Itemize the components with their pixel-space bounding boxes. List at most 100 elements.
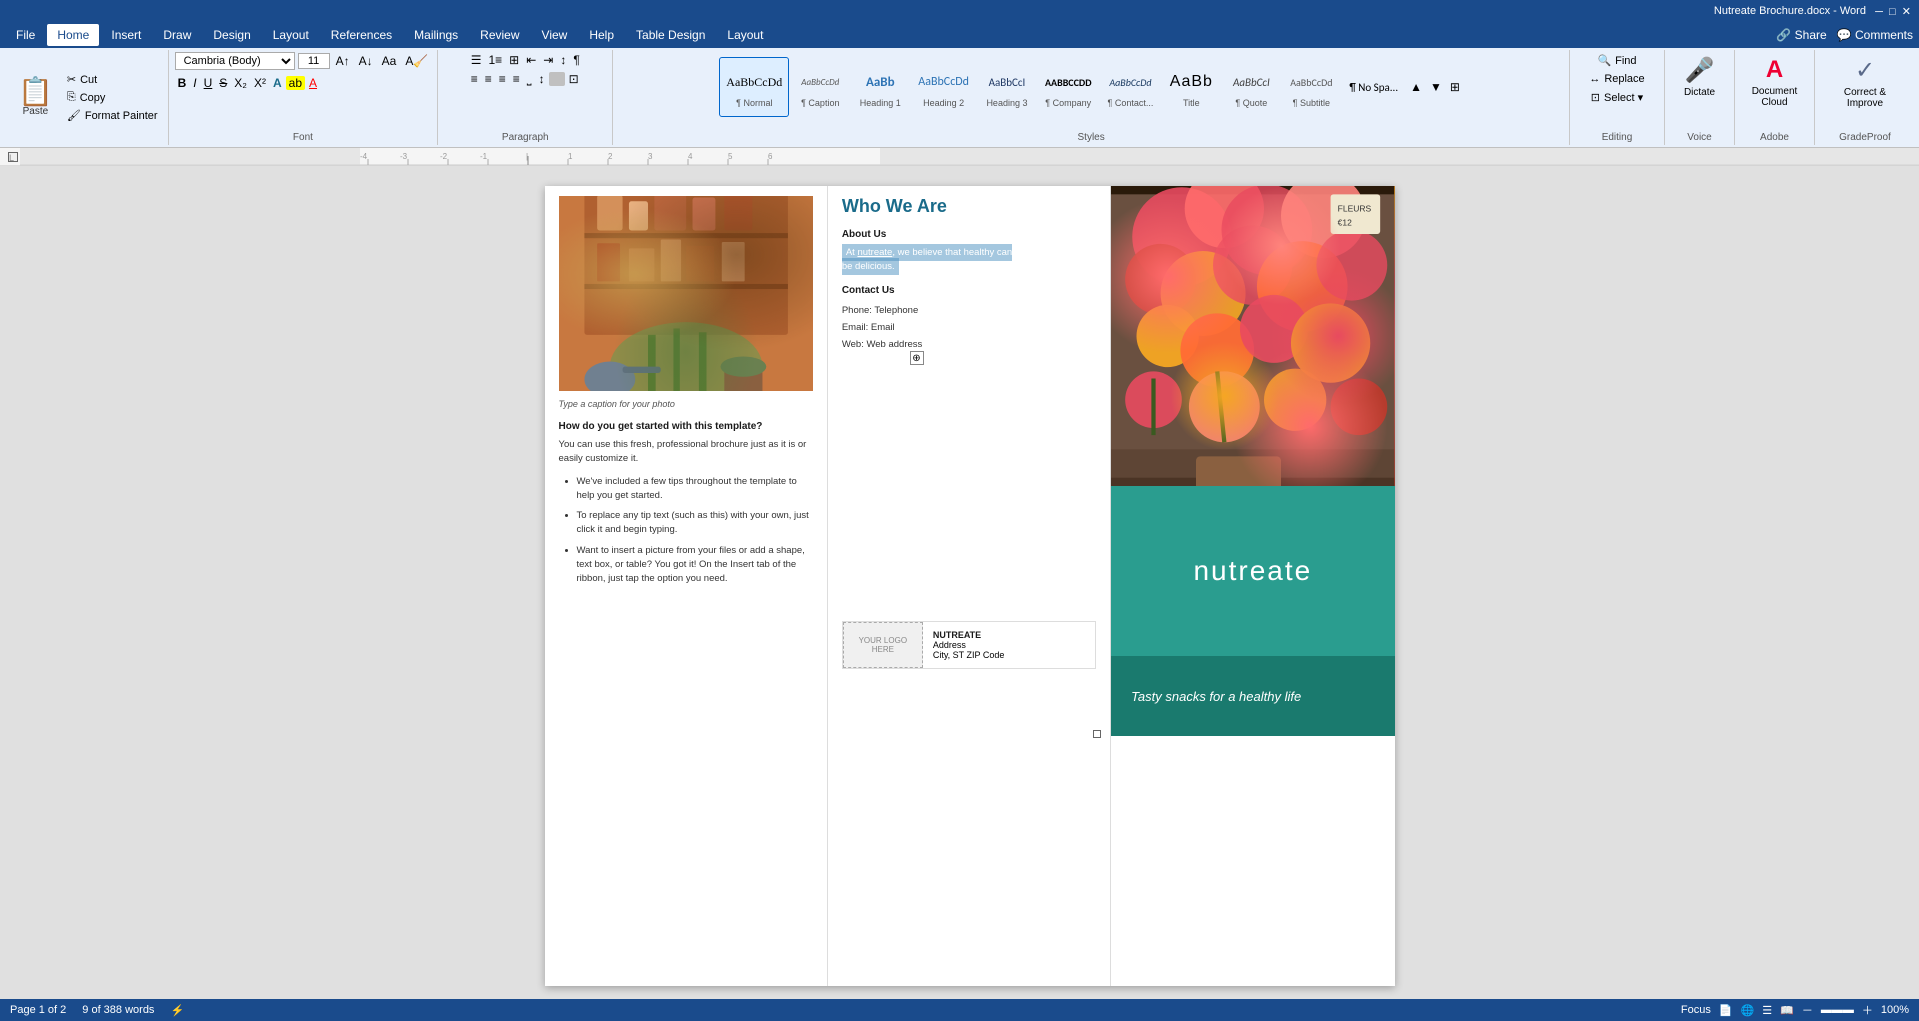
view-outline-btn[interactable]: ☰ — [1762, 1004, 1772, 1017]
clear-format-button[interactable]: A🧹 — [402, 53, 431, 69]
document-cloud-label: Document — [1752, 86, 1798, 97]
show-hide-button[interactable]: ¶ — [570, 52, 582, 68]
style-caption[interactable]: AaBbCcDd ¶ Caption — [791, 57, 849, 117]
zoom-in-btn[interactable]: ＋ — [1862, 1002, 1873, 1018]
zoom-out-btn[interactable]: － — [1802, 1002, 1813, 1018]
font-family-select[interactable]: Cambria (Body) — [175, 52, 295, 70]
view-read-btn[interactable]: 📖 — [1780, 1004, 1794, 1017]
decrease-indent-button[interactable]: ⇤ — [523, 52, 539, 68]
numbered-list-button[interactable]: 1≡ — [485, 52, 505, 68]
shading-button[interactable] — [549, 72, 565, 86]
styles-scroll-up[interactable]: ▲ — [1407, 77, 1425, 97]
style-h3[interactable]: AaBbCcI Heading 3 — [978, 57, 1036, 117]
cut-button[interactable]: ✂ Cut — [61, 71, 164, 88]
menu-view[interactable]: View — [532, 24, 578, 46]
style-contact[interactable]: AaBbCcDd ¶ Contact... — [1101, 57, 1161, 117]
logo-placeholder: YOUR LOGO HERE — [843, 622, 923, 668]
column-break-button[interactable]: ⎵ — [524, 71, 535, 87]
strikethrough-button[interactable]: S — [216, 75, 230, 91]
menu-layout[interactable]: Layout — [263, 24, 319, 46]
focus-btn[interactable]: Focus — [1681, 1004, 1711, 1016]
zoom-slider[interactable]: ▬▬▬ — [1821, 1004, 1854, 1016]
table-resize-handle[interactable] — [1093, 730, 1101, 738]
justify-button[interactable]: ≡ — [510, 71, 523, 87]
style-quote[interactable]: AaBbCcI ¶ Quote — [1222, 57, 1280, 117]
menu-mailings[interactable]: Mailings — [404, 24, 468, 46]
menu-review[interactable]: Review — [470, 24, 529, 46]
share-btn[interactable]: 🔗 Share — [1776, 28, 1826, 42]
page-scroll[interactable]: ⊕ — [20, 166, 1919, 999]
style-nospace[interactable]: ¶ No Spa... — [1342, 57, 1405, 117]
menu-design[interactable]: Design — [203, 24, 260, 46]
copy-button[interactable]: ⎘ Copy — [61, 89, 164, 106]
view-web-btn[interactable]: 🌐 — [1741, 1004, 1755, 1017]
correct-improve-button[interactable]: ✓ Correct & Improve — [1838, 52, 1892, 113]
superscript-button[interactable]: X² — [251, 75, 269, 91]
table-move-handle[interactable]: ⊕ — [910, 351, 924, 365]
select-button[interactable]: ⊡ Select ▾ — [1585, 89, 1649, 106]
bold-button[interactable]: B — [175, 75, 190, 91]
styles-scroll-down[interactable]: ▼ — [1427, 77, 1445, 97]
style-company[interactable]: AABBCCDD ¶ Company — [1038, 57, 1099, 117]
grow-font-button[interactable]: A↑ — [333, 53, 353, 69]
menu-home[interactable]: Home — [47, 24, 99, 46]
styles-group: AaBbCcDd ¶ Normal AaBbCcDd ¶ Caption AaB… — [613, 50, 1570, 145]
status-left: Page 1 of 2 9 of 388 words ⚡ — [10, 1004, 184, 1017]
style-company-preview: AABBCCDD — [1045, 66, 1092, 98]
change-case-button[interactable]: Aa — [379, 53, 400, 69]
menu-file[interactable]: File — [6, 24, 45, 46]
sort-button[interactable]: ↕ — [557, 52, 569, 68]
dictate-button[interactable]: 🎤 Dictate — [1678, 52, 1721, 102]
voice-group-label: Voice — [1687, 130, 1711, 143]
align-center-button[interactable]: ≡ — [482, 71, 495, 87]
style-h2[interactable]: AaBbCcDd Heading 2 — [911, 57, 976, 117]
text-effects-button[interactable]: A — [270, 75, 285, 91]
bullet-list-button[interactable]: ☰ — [468, 52, 485, 68]
view-print-btn[interactable]: 📄 — [1719, 1004, 1733, 1017]
text-highlight-button[interactable]: ab — [286, 76, 305, 90]
svg-text:-1: -1 — [480, 152, 488, 161]
styles-expand[interactable]: ⊞ — [1447, 77, 1463, 97]
italic-button[interactable]: I — [190, 75, 199, 91]
style-subtitle[interactable]: AaBbCcDd ¶ Subtitle — [1282, 57, 1340, 117]
font-size-input[interactable] — [298, 53, 330, 69]
voice-group: 🎤 Dictate Voice — [1665, 50, 1735, 145]
align-left-button[interactable]: ≡ — [468, 71, 481, 87]
window-controls[interactable]: ─ □ ✕ — [1866, 5, 1911, 18]
subscript-button[interactable]: X₂ — [231, 75, 250, 91]
gradeproof-group-label: GradeProof — [1839, 130, 1891, 143]
style-title-label: Title — [1183, 98, 1200, 108]
menu-help[interactable]: Help — [579, 24, 624, 46]
menu-references[interactable]: References — [321, 24, 402, 46]
document-cloud-button[interactable]: A Document Cloud — [1746, 52, 1804, 112]
style-company-label: ¶ Company — [1045, 98, 1091, 108]
format-painter-button[interactable]: 🖌 Format Painter — [61, 107, 164, 124]
align-right-button[interactable]: ≡ — [496, 71, 509, 87]
font-color-button[interactable]: A — [306, 75, 320, 91]
multilevel-list-button[interactable]: ⊞ — [506, 52, 522, 68]
correct-label: Correct & — [1844, 87, 1886, 98]
replace-button[interactable]: ↔ Replace — [1583, 71, 1650, 87]
underline-button[interactable]: U — [201, 75, 216, 91]
about-heading: About Us — [842, 229, 1096, 240]
style-title[interactable]: AaBb Title — [1162, 57, 1220, 117]
menu-layout2[interactable]: Layout — [717, 24, 773, 46]
styles-group-label: Styles — [1078, 130, 1105, 143]
style-h2-preview: AaBbCcDd — [918, 66, 969, 98]
increase-indent-button[interactable]: ⇥ — [540, 52, 556, 68]
line-spacing-button[interactable]: ↕ — [536, 71, 548, 87]
menu-table-design[interactable]: Table Design — [626, 24, 715, 46]
menu-draw[interactable]: Draw — [153, 24, 201, 46]
brand-name: nutreate — [1193, 555, 1312, 587]
accessibility-icon[interactable]: ⚡ — [170, 1004, 184, 1017]
borders-button[interactable]: ⊡ — [566, 71, 582, 87]
style-h1[interactable]: AaBb Heading 1 — [851, 57, 909, 117]
find-button[interactable]: 🔍 Find — [1591, 52, 1642, 69]
comments-btn[interactable]: 💬 Comments — [1837, 28, 1913, 42]
paste-button[interactable]: 📋 Paste — [10, 52, 61, 143]
intro-text: You can use this fresh, professional bro… — [559, 438, 813, 467]
menu-insert[interactable]: Insert — [101, 24, 151, 46]
style-normal[interactable]: AaBbCcDd ¶ Normal — [719, 57, 789, 117]
shrink-font-button[interactable]: A↓ — [356, 53, 376, 69]
flowers-photo: FLEURS €12 — [1111, 186, 1394, 486]
